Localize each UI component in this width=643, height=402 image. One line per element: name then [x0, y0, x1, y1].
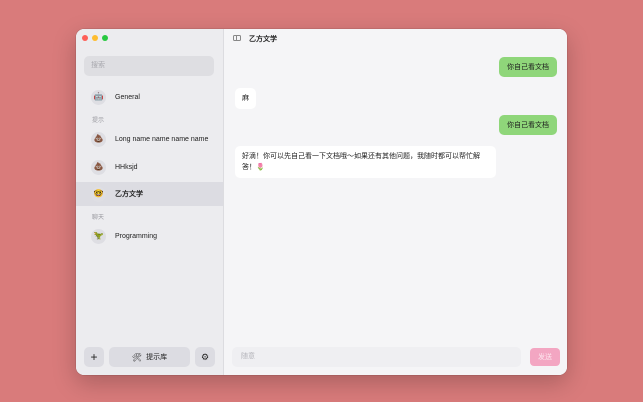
sidebar-item-label: Programming	[115, 232, 158, 240]
sidebar-item-label: General	[115, 93, 140, 101]
chat-pane: 乙方文学 你自己看文档 麻 你自己看文档 好滴！你可以先自己看一下文档哦～如果还…	[224, 29, 567, 375]
sidebar-bottom-bar: + 🛠 提示库 ⚙	[84, 347, 215, 367]
prompt-library-button[interactable]: 🛠 提示库	[109, 347, 190, 367]
sidebar-item-general[interactable]: 🤖 General	[76, 85, 223, 109]
sidebar-item-label: Long name name name name	[115, 135, 209, 143]
assistant-message: 好滴！你可以先自己看一下文档哦～如果还有其他问题，我随时都可以帮忙解答！🌷	[235, 146, 496, 178]
chat-header: 乙方文学	[224, 29, 567, 49]
add-button[interactable]: +	[84, 347, 104, 367]
app-window: 搜索 🤖 General 提示 💩 Long name name name na…	[76, 29, 567, 375]
poop-icon: 💩	[91, 131, 106, 147]
dinosaur-icon: 🦖	[91, 228, 106, 244]
poop-icon: 💩	[91, 159, 106, 175]
sidebar-item-long-name[interactable]: 💩 Long name name name name	[76, 127, 223, 151]
sidebar-item-label: 乙方文学	[115, 191, 143, 198]
sidebar-item-yifang-wenxue[interactable]: 🤓 乙方文学	[76, 182, 223, 206]
sidebar-item-hhksjd[interactable]: 💩 HHksjd	[76, 155, 223, 179]
message-input[interactable]: 随意	[232, 347, 521, 367]
sidebar-toggle-icon[interactable]	[233, 35, 241, 41]
robot-icon: 🤖	[91, 89, 106, 105]
close-window-button[interactable]	[82, 35, 88, 41]
prompt-library-label: 提示库	[146, 354, 168, 361]
window-controls	[82, 35, 108, 41]
tools-icon: 🛠	[131, 352, 143, 362]
section-label-prompts: 提示	[92, 118, 105, 124]
nerd-face-icon: 🤓	[91, 186, 106, 202]
section-label-chats: 聊天	[92, 215, 105, 221]
user-message: 你自己看文档	[499, 57, 557, 77]
gear-icon: ⚙	[200, 351, 210, 362]
settings-button[interactable]: ⚙	[195, 347, 215, 367]
sidebar-item-label: HHksjd	[115, 163, 138, 171]
minimize-window-button[interactable]	[92, 35, 98, 41]
search-input[interactable]: 搜索	[84, 56, 214, 76]
sidebar: 搜索 🤖 General 提示 💩 Long name name name na…	[76, 29, 224, 375]
chat-title: 乙方文学	[249, 36, 277, 43]
assistant-message: 麻	[235, 88, 256, 109]
send-button[interactable]: 发送	[530, 348, 560, 366]
sidebar-item-programming[interactable]: 🦖 Programming	[76, 224, 223, 248]
user-message: 你自己看文档	[499, 115, 557, 135]
zoom-window-button[interactable]	[102, 35, 108, 41]
